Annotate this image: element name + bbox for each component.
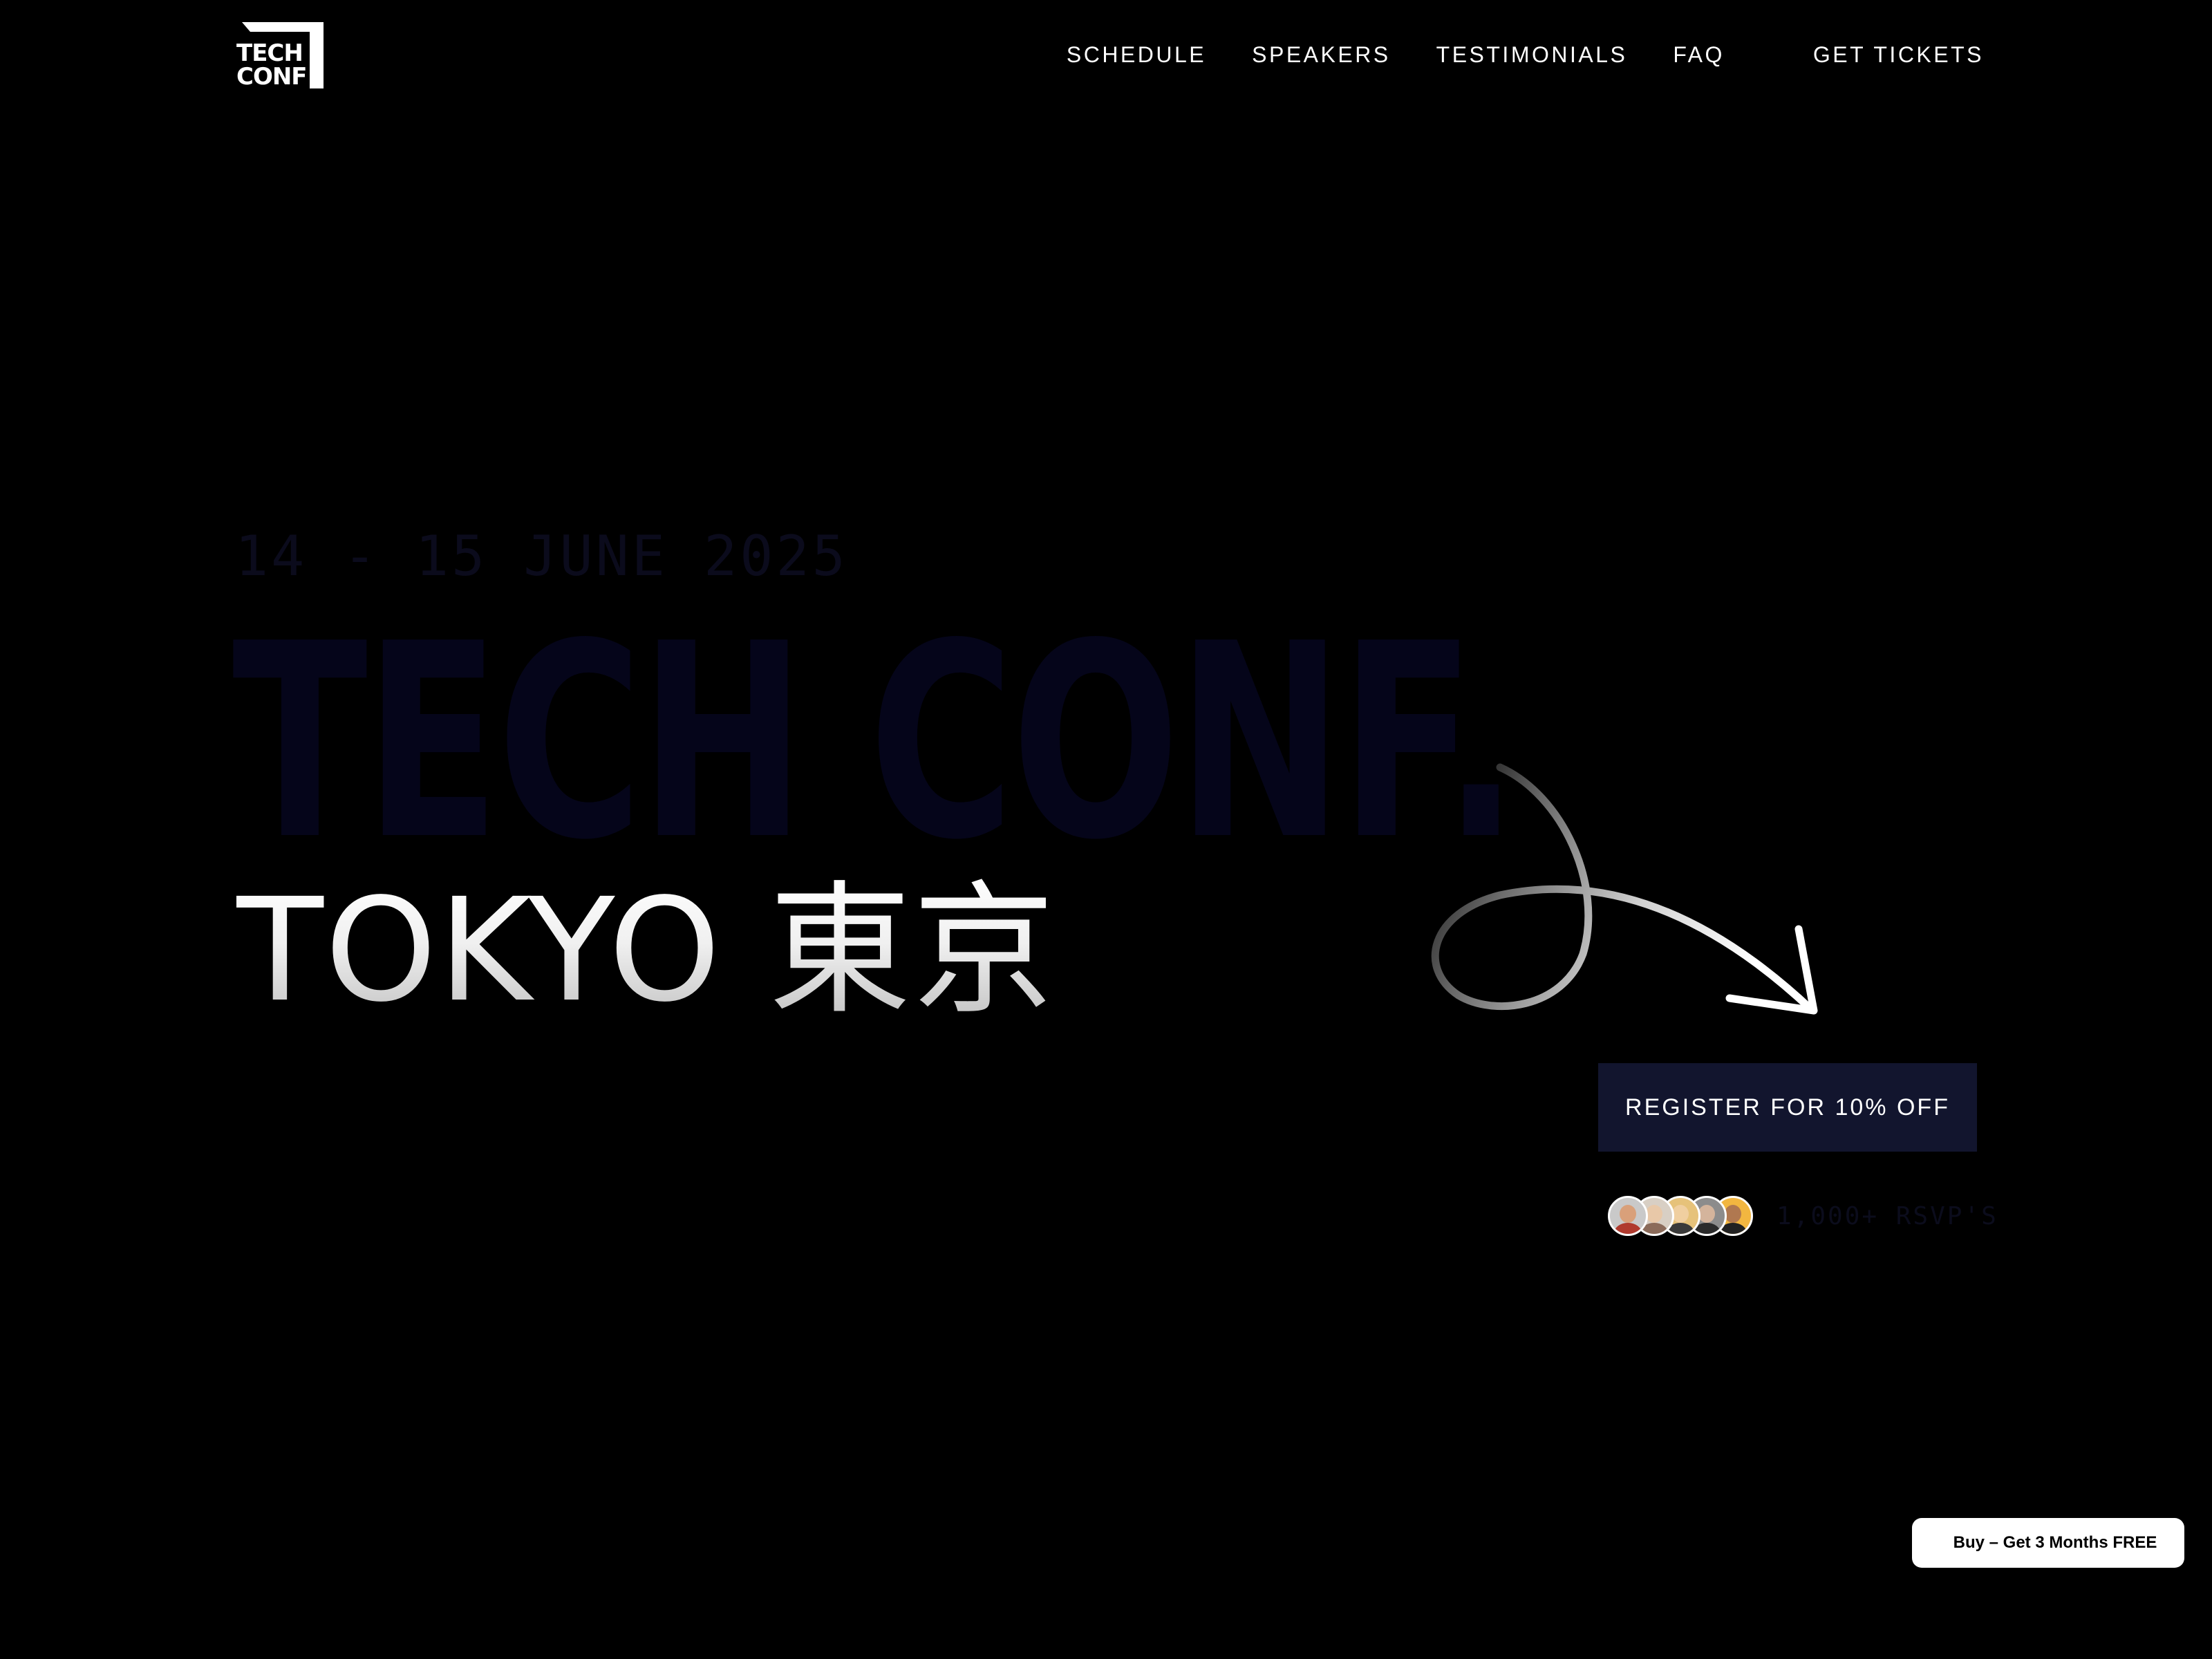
rsvp-count: 1,000+ RSVP'S bbox=[1777, 1201, 1998, 1230]
nav-speakers-link[interactable]: SPEAKERS bbox=[1252, 42, 1391, 68]
nav-faq-link[interactable]: FAQ bbox=[1673, 42, 1725, 68]
nav-schedule-link[interactable]: SCHEDULE bbox=[1067, 42, 1206, 68]
buy-promo-badge[interactable]: Buy – Get 3 Months FREE bbox=[1912, 1518, 2184, 1568]
register-discount-button[interactable]: REGISTER FOR 10% OFF bbox=[1598, 1063, 1977, 1152]
avatar-face bbox=[1725, 1205, 1741, 1223]
event-date: 14 - 15 JUNE 2025 bbox=[235, 524, 848, 588]
avatar-face bbox=[1698, 1205, 1715, 1223]
hero-city: TOKYO 東京 bbox=[236, 868, 1056, 1033]
logo-line2: CONF bbox=[236, 63, 307, 88]
techconf-logo[interactable]: TECH CONF bbox=[235, 22, 324, 88]
curly-arrow-icon bbox=[1403, 747, 1846, 1037]
rsvp-social-proof: 1,000+ RSVP'S bbox=[1608, 1193, 1998, 1239]
avatar-face bbox=[1672, 1205, 1689, 1223]
get-tickets-link[interactable]: GET TICKETS bbox=[1813, 42, 1984, 68]
avatar-body bbox=[1614, 1223, 1642, 1234]
nav-testimonials-link[interactable]: TESTIMONIALS bbox=[1436, 42, 1628, 68]
attendee-avatars bbox=[1608, 1196, 1753, 1236]
avatar-face bbox=[1646, 1205, 1662, 1223]
attendee-avatar-1 bbox=[1608, 1196, 1648, 1236]
techconf-logo-icon: TECH CONF bbox=[236, 22, 324, 88]
hero-title: TECH CONF. bbox=[232, 586, 1519, 899]
avatar-face bbox=[1620, 1205, 1636, 1223]
main-nav: SCHEDULE SPEAKERS TESTIMONIALS FAQ GET T… bbox=[1067, 37, 1984, 72]
